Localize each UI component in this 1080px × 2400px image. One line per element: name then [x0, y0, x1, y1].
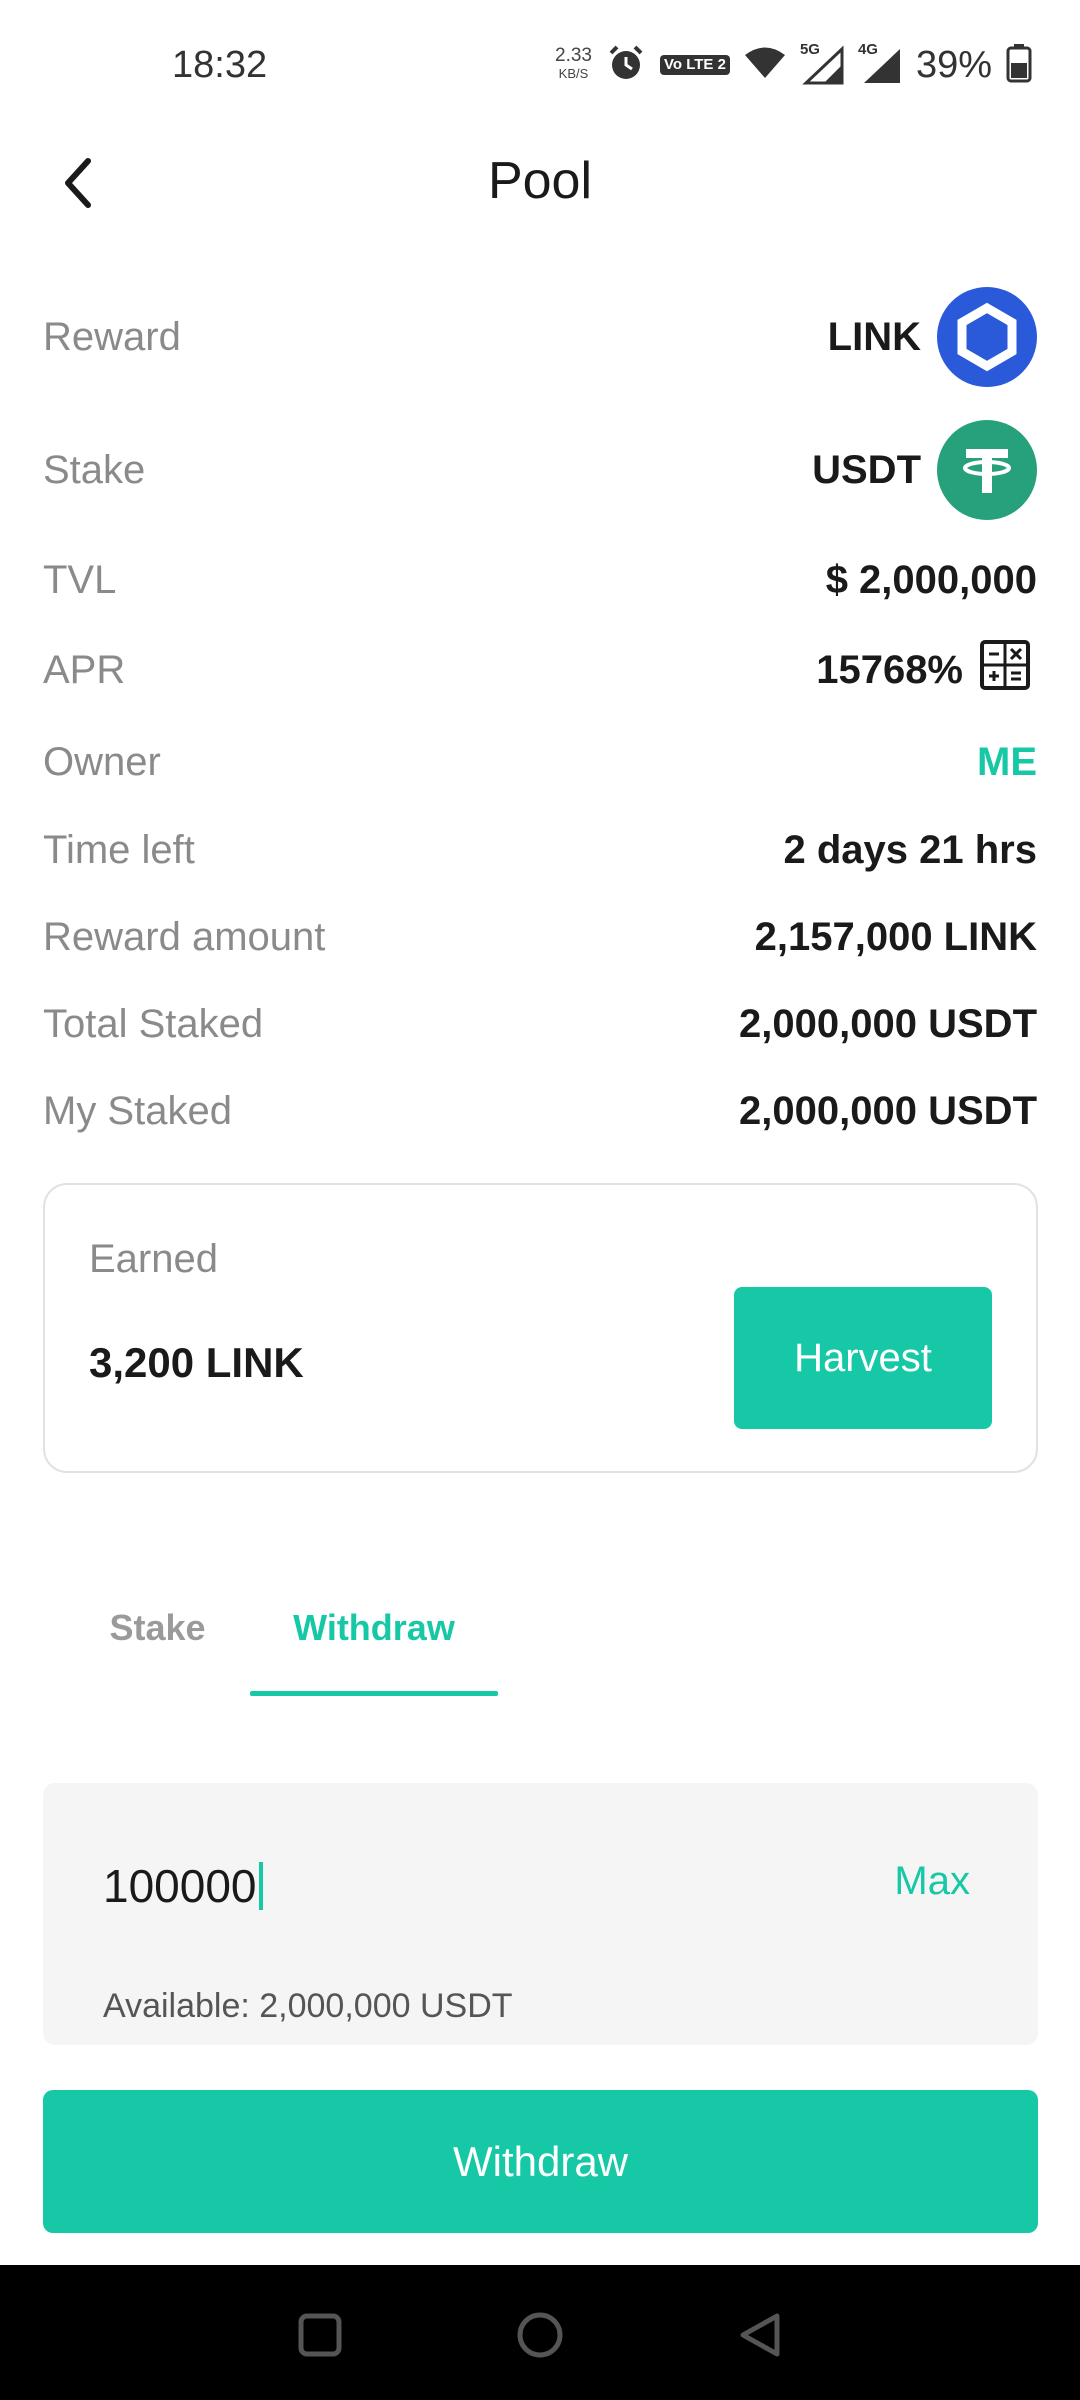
apr-row: APR 15768% — [43, 640, 1037, 700]
apr-label: APR — [43, 647, 126, 692]
status-bar: 18:32 2.33 KB/S Vo LTE 2 5G 4G 39% — [0, 0, 1080, 135]
apr-percent: 15768% — [816, 647, 963, 692]
tab-withdraw[interactable]: Withdraw — [250, 1585, 498, 1695]
reward-label: Reward — [43, 314, 181, 359]
earned-card: Earned 3,200 LINK Harvest — [43, 1183, 1038, 1473]
top-bar: Pool — [0, 135, 1080, 230]
alarm-icon — [606, 43, 646, 88]
active-tab-indicator — [250, 1691, 498, 1696]
total-staked-label: Total Staked — [43, 1001, 264, 1046]
reward-value: LINK — [828, 287, 1037, 387]
stake-token: USDT — [812, 447, 921, 492]
earned-value: 3,200 LINK — [89, 1339, 304, 1386]
wifi-icon — [744, 46, 786, 85]
triangle-back-icon — [740, 2313, 780, 2357]
my-staked-row: My Staked 2,000,000 USDT — [43, 1083, 1037, 1139]
reward-row: Reward LINK — [43, 287, 1037, 387]
total-staked-row: Total Staked 2,000,000 USDT — [43, 996, 1037, 1052]
status-icons: 2.33 KB/S Vo LTE 2 5G 4G 39% — [555, 40, 1032, 90]
stake-withdraw-tabs: Stake Withdraw — [0, 1585, 1080, 1696]
square-icon — [298, 2313, 342, 2357]
my-staked-label: My Staked — [43, 1088, 232, 1133]
page-title: Pool — [487, 152, 593, 210]
owner-row: Owner ME — [43, 734, 1037, 790]
apr-value: 15768% — [816, 639, 1037, 701]
amount-value: 100000 — [103, 1860, 257, 1912]
signal-4g-icon: 4G — [858, 41, 902, 85]
time-left-value: 2 days 21 hrs — [783, 827, 1038, 872]
time-left-row: Time left 2 days 21 hrs — [43, 822, 1037, 878]
owner-value: ME — [977, 739, 1037, 784]
battery-percent: 39% — [915, 43, 992, 86]
reward-token: LINK — [827, 314, 921, 359]
circle-icon — [517, 2312, 563, 2358]
reward-amount-value: 2,157,000 LINK — [754, 914, 1037, 959]
calculator-icon[interactable] — [979, 639, 1031, 701]
status-time: 18:32 — [172, 44, 268, 86]
text-caret — [258, 1862, 263, 1910]
tvl-label: TVL — [43, 557, 117, 602]
stake-value: USDT — [812, 420, 1037, 520]
max-button[interactable]: Max — [894, 1859, 970, 1904]
amount-input[interactable]: 100000 — [103, 1851, 803, 1921]
home-button[interactable] — [500, 2295, 580, 2375]
withdraw-button[interactable]: Withdraw — [43, 2090, 1038, 2233]
harvest-button[interactable]: Harvest — [734, 1287, 992, 1429]
signal-5g-icon: 5G — [800, 41, 844, 85]
recents-button[interactable] — [280, 2295, 360, 2375]
available-balance: Available: 2,000,000 USDT — [103, 1987, 513, 2025]
stake-row: Stake USDT — [43, 420, 1037, 520]
tvl-row: TVL $ 2,000,000 — [43, 552, 1037, 608]
reward-amount-label: Reward amount — [43, 914, 326, 959]
volte-icon: Vo LTE 2 — [659, 55, 730, 75]
back-nav-button[interactable] — [720, 2295, 800, 2375]
tab-stake[interactable]: Stake — [90, 1585, 225, 1695]
earned-label: Earned — [89, 1237, 218, 1281]
owner-label: Owner — [43, 739, 161, 784]
reward-amount-row: Reward amount 2,157,000 LINK — [43, 909, 1037, 965]
battery-icon — [1006, 43, 1032, 88]
total-staked-value: 2,000,000 USDT — [739, 1001, 1037, 1046]
stake-label: Stake — [43, 447, 146, 492]
my-staked-value: 2,000,000 USDT — [739, 1088, 1037, 1133]
system-nav-bar — [0, 2265, 1080, 2400]
time-left-label: Time left — [43, 827, 195, 872]
link-token-icon — [937, 287, 1037, 387]
network-speed: 2.33 KB/S — [555, 45, 592, 81]
amount-panel: 100000 Max Available: 2,000,000 USDT — [43, 1783, 1038, 2045]
usdt-token-icon — [937, 420, 1037, 520]
tvl-value: $ 2,000,000 — [825, 557, 1037, 602]
